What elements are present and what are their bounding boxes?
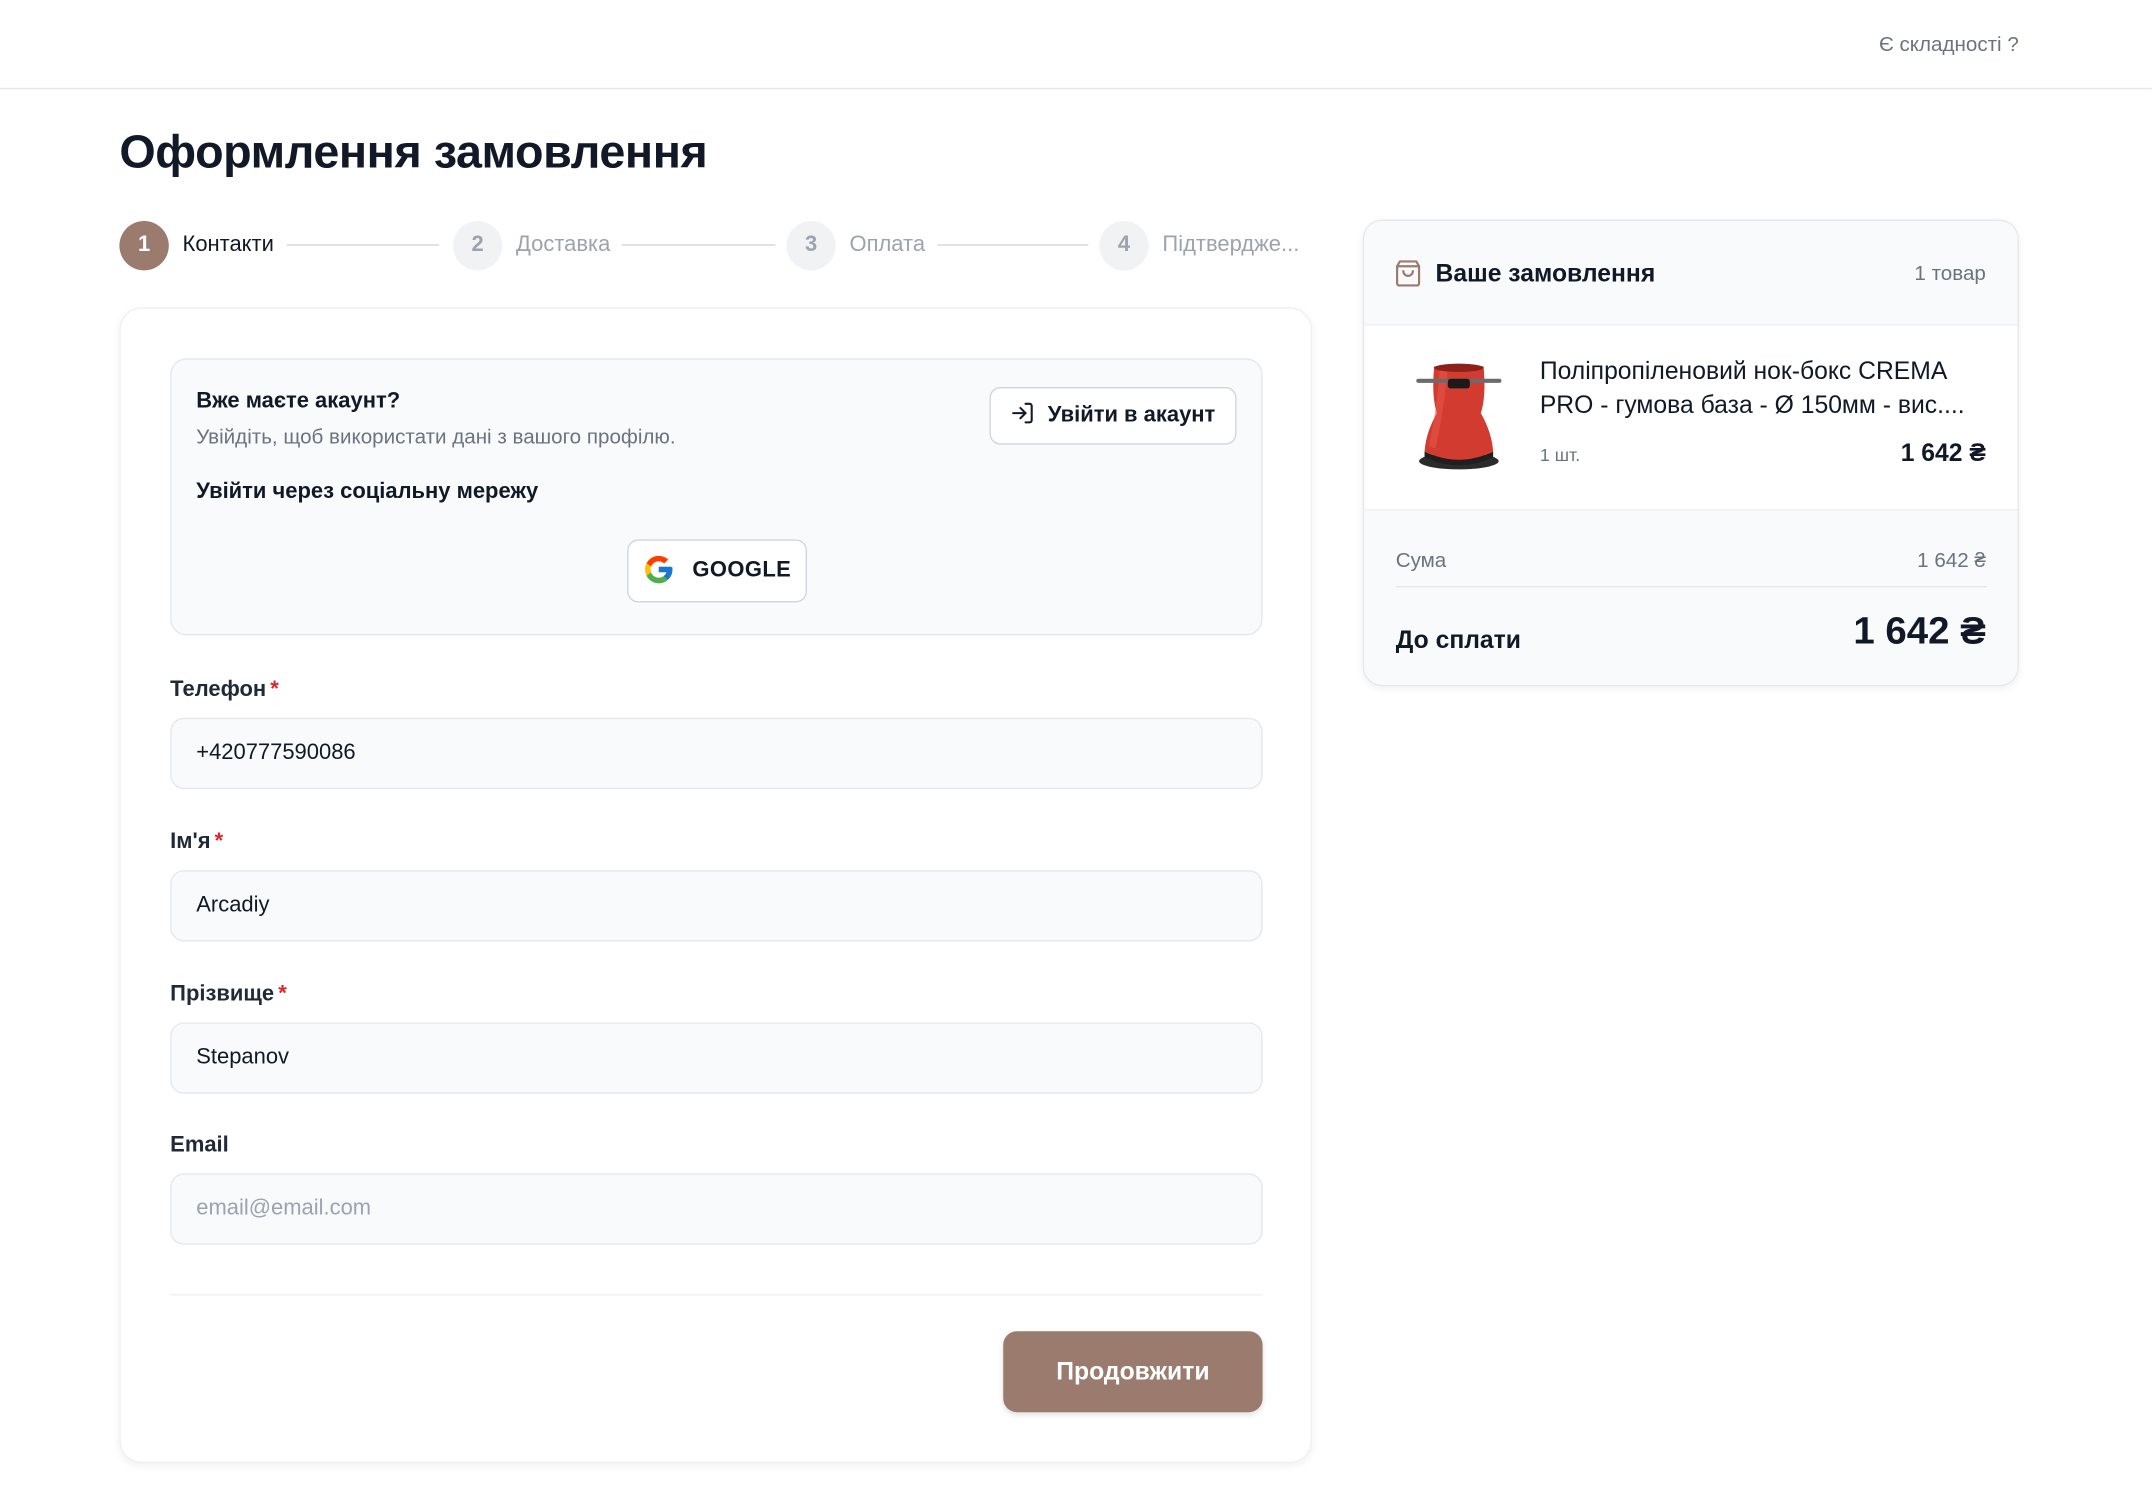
- step-label: Оплата: [849, 232, 926, 256]
- step-confirmation[interactable]: 4 Підтвердже...: [1099, 220, 1299, 271]
- email-label: Email: [170, 1134, 229, 1159]
- first-name-label: Ім'я *: [170, 830, 223, 855]
- form-divider: [170, 1294, 1263, 1296]
- order-summary-header: Ваше замовлення 1 товар: [1364, 220, 2018, 326]
- step-payment[interactable]: 3 Оплата: [786, 220, 925, 271]
- login-button[interactable]: Увійти в акаунт: [989, 387, 1237, 445]
- first-name-label-text: Ім'я: [170, 830, 211, 854]
- step-number: 1: [119, 220, 169, 270]
- subtotal-label: Сума: [1395, 548, 1447, 573]
- order-item-count: 1 товар: [1914, 262, 1986, 286]
- step-delivery[interactable]: 2 Доставка: [452, 220, 611, 271]
- checkout-page: Є складності ? Оформлення замовлення 1 К…: [0, 0, 2152, 1501]
- totals-divider: [1395, 586, 1988, 588]
- shopping-bag-icon: [1396, 259, 1421, 287]
- required-marker: *: [214, 830, 224, 854]
- product-price: 1 642 ₴: [1900, 439, 1986, 467]
- login-button-label: Увійти в акаунт: [1047, 403, 1216, 427]
- step-label: Контакти: [182, 232, 274, 256]
- step-label: Підтвердже...: [1162, 232, 1300, 256]
- email-input[interactable]: [170, 1173, 1263, 1245]
- last-name-label: Прізвище *: [170, 983, 287, 1008]
- step-label: Доставка: [516, 232, 611, 256]
- email-label-text: Email: [170, 1133, 229, 1157]
- step-number: 4: [1099, 220, 1149, 270]
- step-number: 2: [452, 220, 503, 270]
- first-name-input[interactable]: [170, 870, 1263, 942]
- required-marker: *: [270, 677, 279, 702]
- required-marker: *: [278, 982, 287, 1006]
- order-totals: Сума 1 642 ₴ До сплати 1 642 ₴: [1364, 509, 2018, 685]
- step-connector: [621, 244, 776, 246]
- order-summary-card: Ваше замовлення 1 товар Поліпропіленовий…: [1362, 219, 2019, 687]
- google-login-button[interactable]: GOOGLE: [627, 539, 807, 603]
- account-login-box: Вже маєте акаунт? Увійдіть, щоб використ…: [170, 358, 1263, 636]
- step-connector: [286, 244, 440, 246]
- last-name-input[interactable]: [170, 1022, 1263, 1094]
- step-connector: [937, 244, 1089, 246]
- account-subtitle: Увійдіть, щоб використати дані з вашого …: [196, 425, 676, 449]
- step-number: 3: [786, 220, 836, 270]
- product-image: [1411, 355, 1507, 473]
- order-summary-title: Ваше замовлення: [1435, 259, 1656, 287]
- last-name-label-text: Прізвище: [170, 982, 275, 1006]
- phone-label-text: Телефон: [170, 677, 267, 702]
- total-label: До сплати: [1395, 625, 1521, 654]
- subtotal-value: 1 642 ₴: [1917, 548, 1986, 573]
- contact-form-card: Вже маєте акаунт? Увійдіть, щоб використ…: [119, 307, 1313, 1463]
- total-value: 1 642 ₴: [1853, 609, 1986, 652]
- product-quantity: 1 шт.: [1539, 444, 1581, 466]
- google-button-label: GOOGLE: [692, 558, 792, 582]
- page-title: Оформлення замовлення: [119, 126, 708, 179]
- login-icon: [1011, 400, 1036, 432]
- phone-label: Телефон *: [170, 678, 279, 703]
- continue-button[interactable]: Продовжити: [1003, 1331, 1263, 1413]
- product-name[interactable]: Поліпропіленовий нок-бокс CREMA PRO - гу…: [1540, 354, 1993, 423]
- google-icon: [643, 552, 676, 589]
- checkout-stepper: 1 Контакти 2 Доставка 3 Оплата 4 Підтвер…: [119, 220, 1313, 272]
- phone-input[interactable]: [170, 717, 1263, 790]
- step-contacts[interactable]: 1 Контакти: [119, 220, 274, 271]
- help-link[interactable]: Є складності ?: [1879, 33, 2019, 56]
- social-login-title: Увійти через соціальну мережу: [196, 480, 539, 504]
- top-bar: Є складності ?: [0, 0, 2152, 90]
- account-title: Вже маєте акаунт?: [196, 389, 401, 414]
